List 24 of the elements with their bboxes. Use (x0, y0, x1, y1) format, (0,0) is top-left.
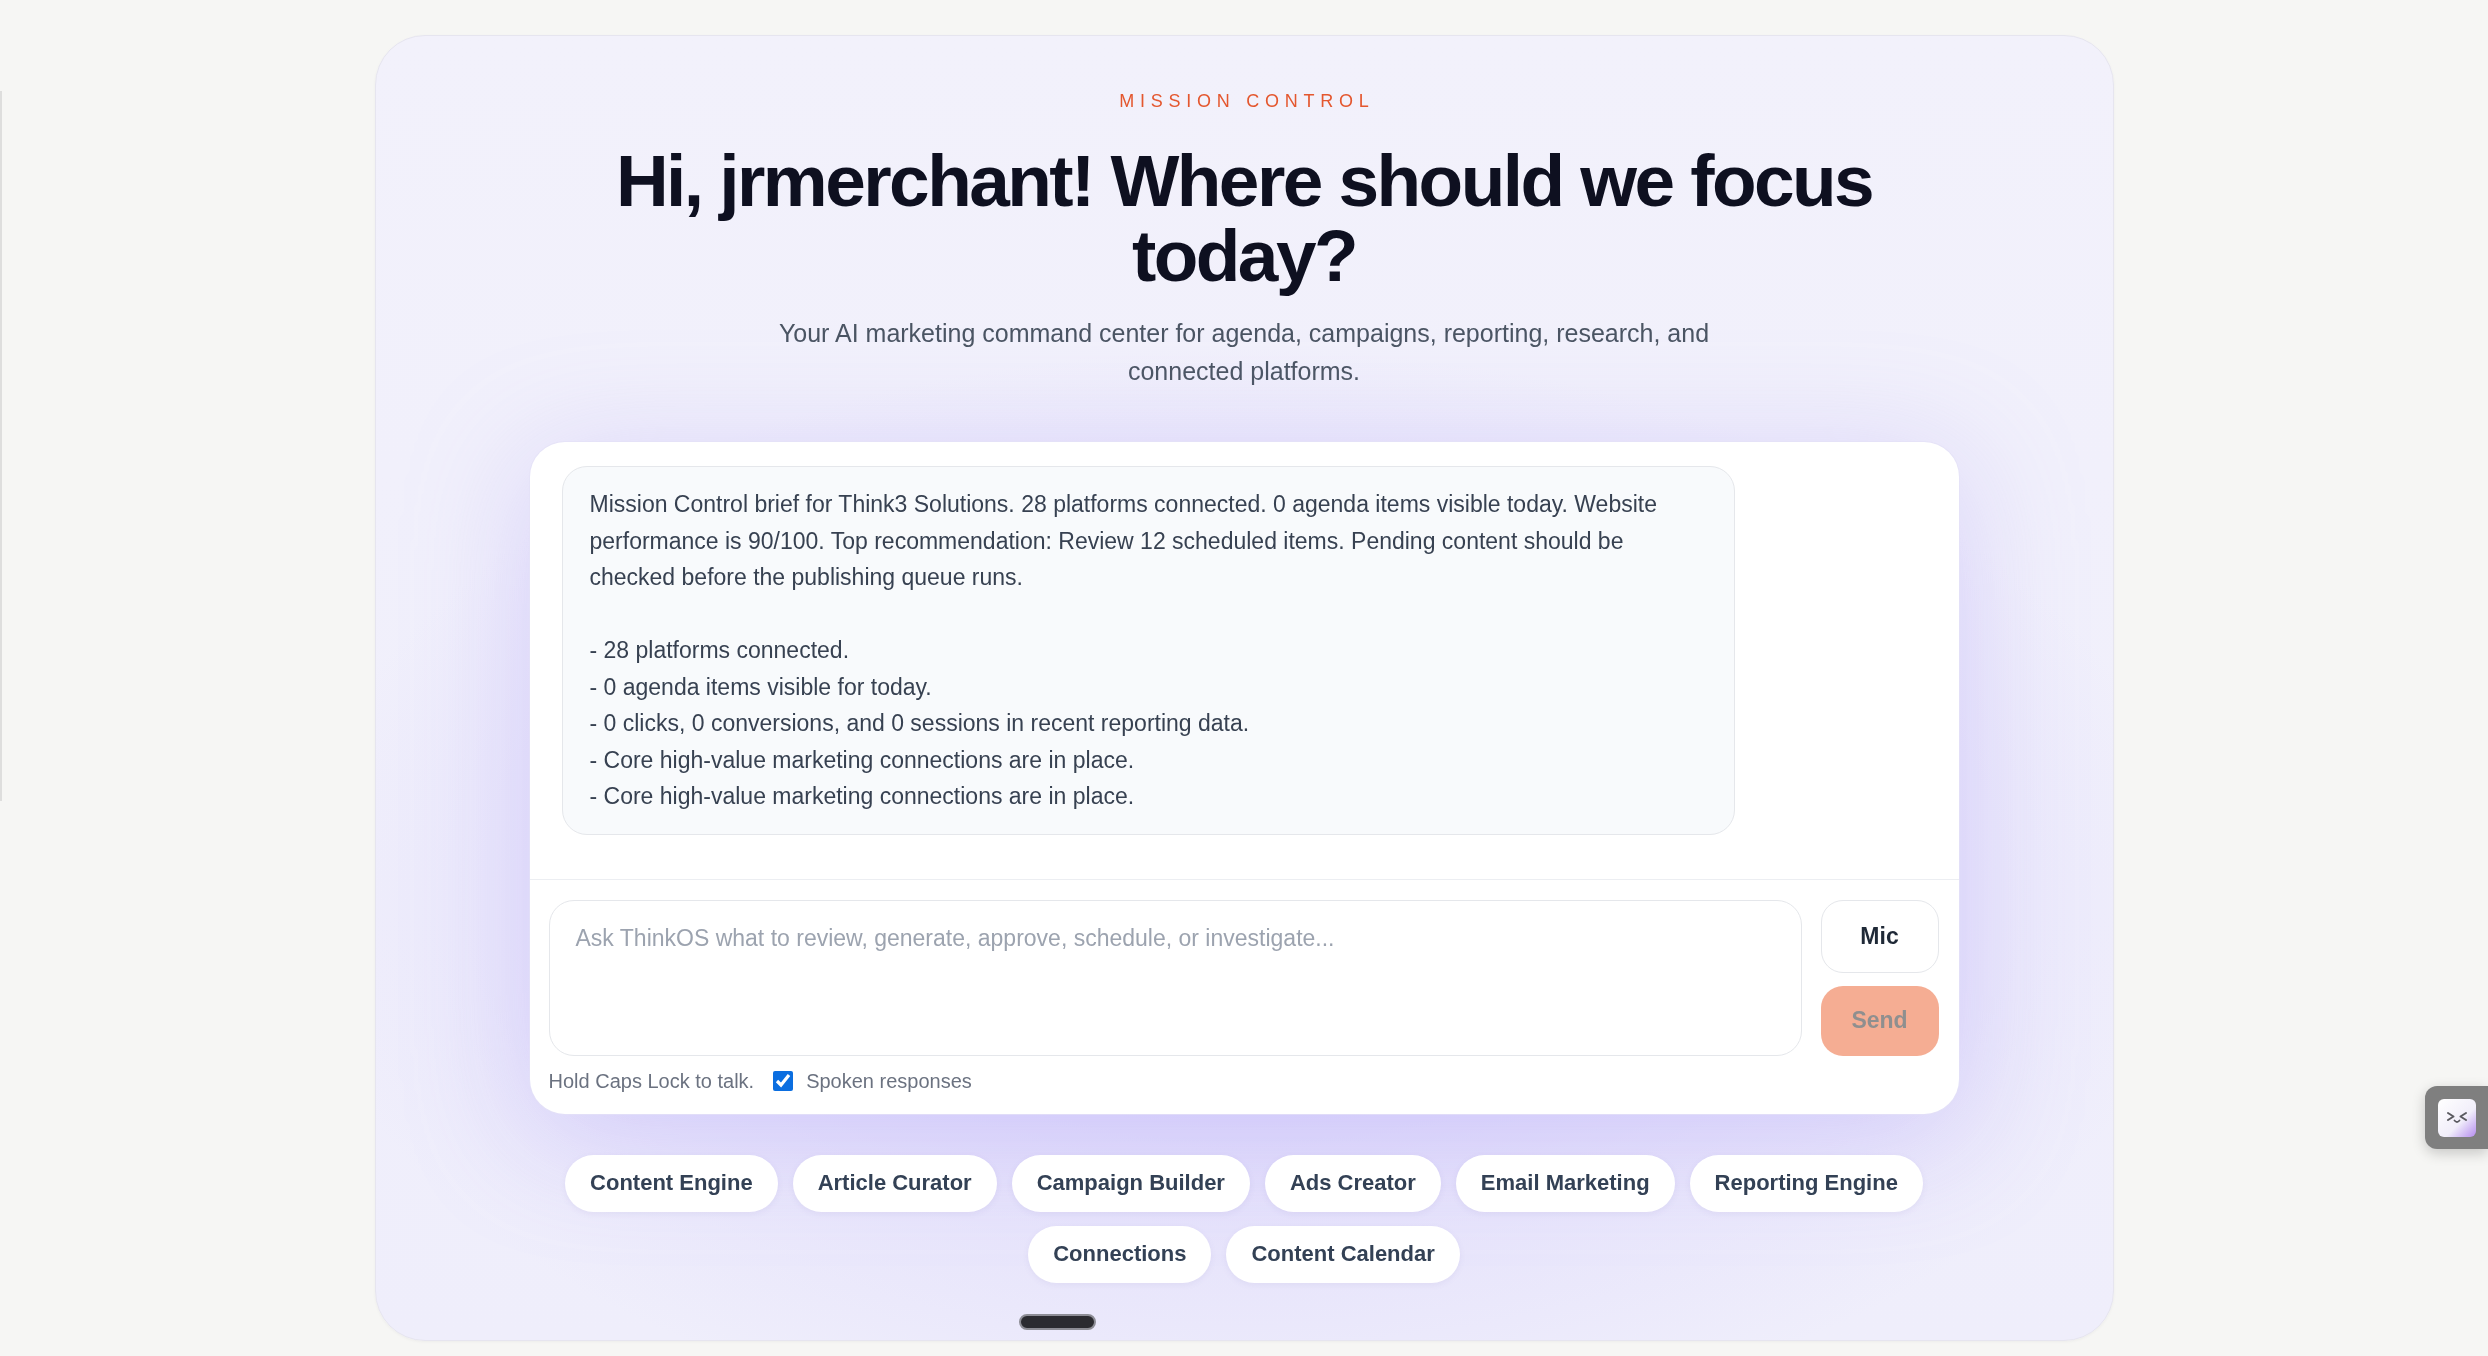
shortcut-chip[interactable]: Reporting Engine (1689, 1154, 1923, 1212)
bullet-line: - Core high-value marketing connections are in place. (589, 745, 1136, 775)
message-input[interactable]: Ask ThinkOS what to review, generate, approve, schedule, or investigate... (548, 899, 1802, 1056)
page-subtitle: Your AI marketing command center for agenda, campaigns, reporting, research, and connected platforms. (777, 318, 1711, 387)
shortcut-chip[interactable]: Content Calendar (1226, 1225, 1460, 1283)
shortcut-chip[interactable]: Ads Creator (1264, 1154, 1441, 1212)
bullet-line: - 28 platforms connected. (589, 636, 851, 665)
shortcut-chip[interactable]: Campaign Builder (1011, 1154, 1250, 1212)
shortcut-chip[interactable]: Connections (1028, 1225, 1212, 1283)
checkbox-label: Spoken responses (806, 1068, 972, 1093)
message-text: Mission Control brief for Think3 Solutions. 28 platforms connected. 0 agenda items visible today. Website performance is 90/100. Top recommendation: Review 12 scheduled items. Pending content should be checked before the publishing queue runs. (589, 490, 1658, 592)
face-icon (2438, 1098, 2476, 1137)
eyebrow-label: MISSION CONTROL (1118, 91, 1375, 111)
bullet-line: - Core high-value marketing connections are in place. (589, 782, 1136, 811)
shortcut-chip[interactable]: Email Marketing (1455, 1154, 1675, 1212)
hint-text: Hold Caps Lock to talk. (548, 1068, 755, 1093)
handle-bar[interactable] (1018, 1314, 1096, 1330)
shortcut-chip[interactable]: Article Curator (792, 1154, 997, 1212)
bullet-line: - 0 agenda items visible for today. (589, 672, 933, 702)
shortcut-chip[interactable]: Content Engine (565, 1154, 778, 1212)
launcher-button[interactable] (2425, 1086, 2488, 1149)
spoken-responses-checkbox[interactable] (773, 1070, 794, 1091)
mic-button[interactable]: Mic (1820, 899, 1939, 973)
bullet-line: - 0 clicks, 0 conversions, and 0 sessions in recent reporting data. (589, 709, 1251, 738)
